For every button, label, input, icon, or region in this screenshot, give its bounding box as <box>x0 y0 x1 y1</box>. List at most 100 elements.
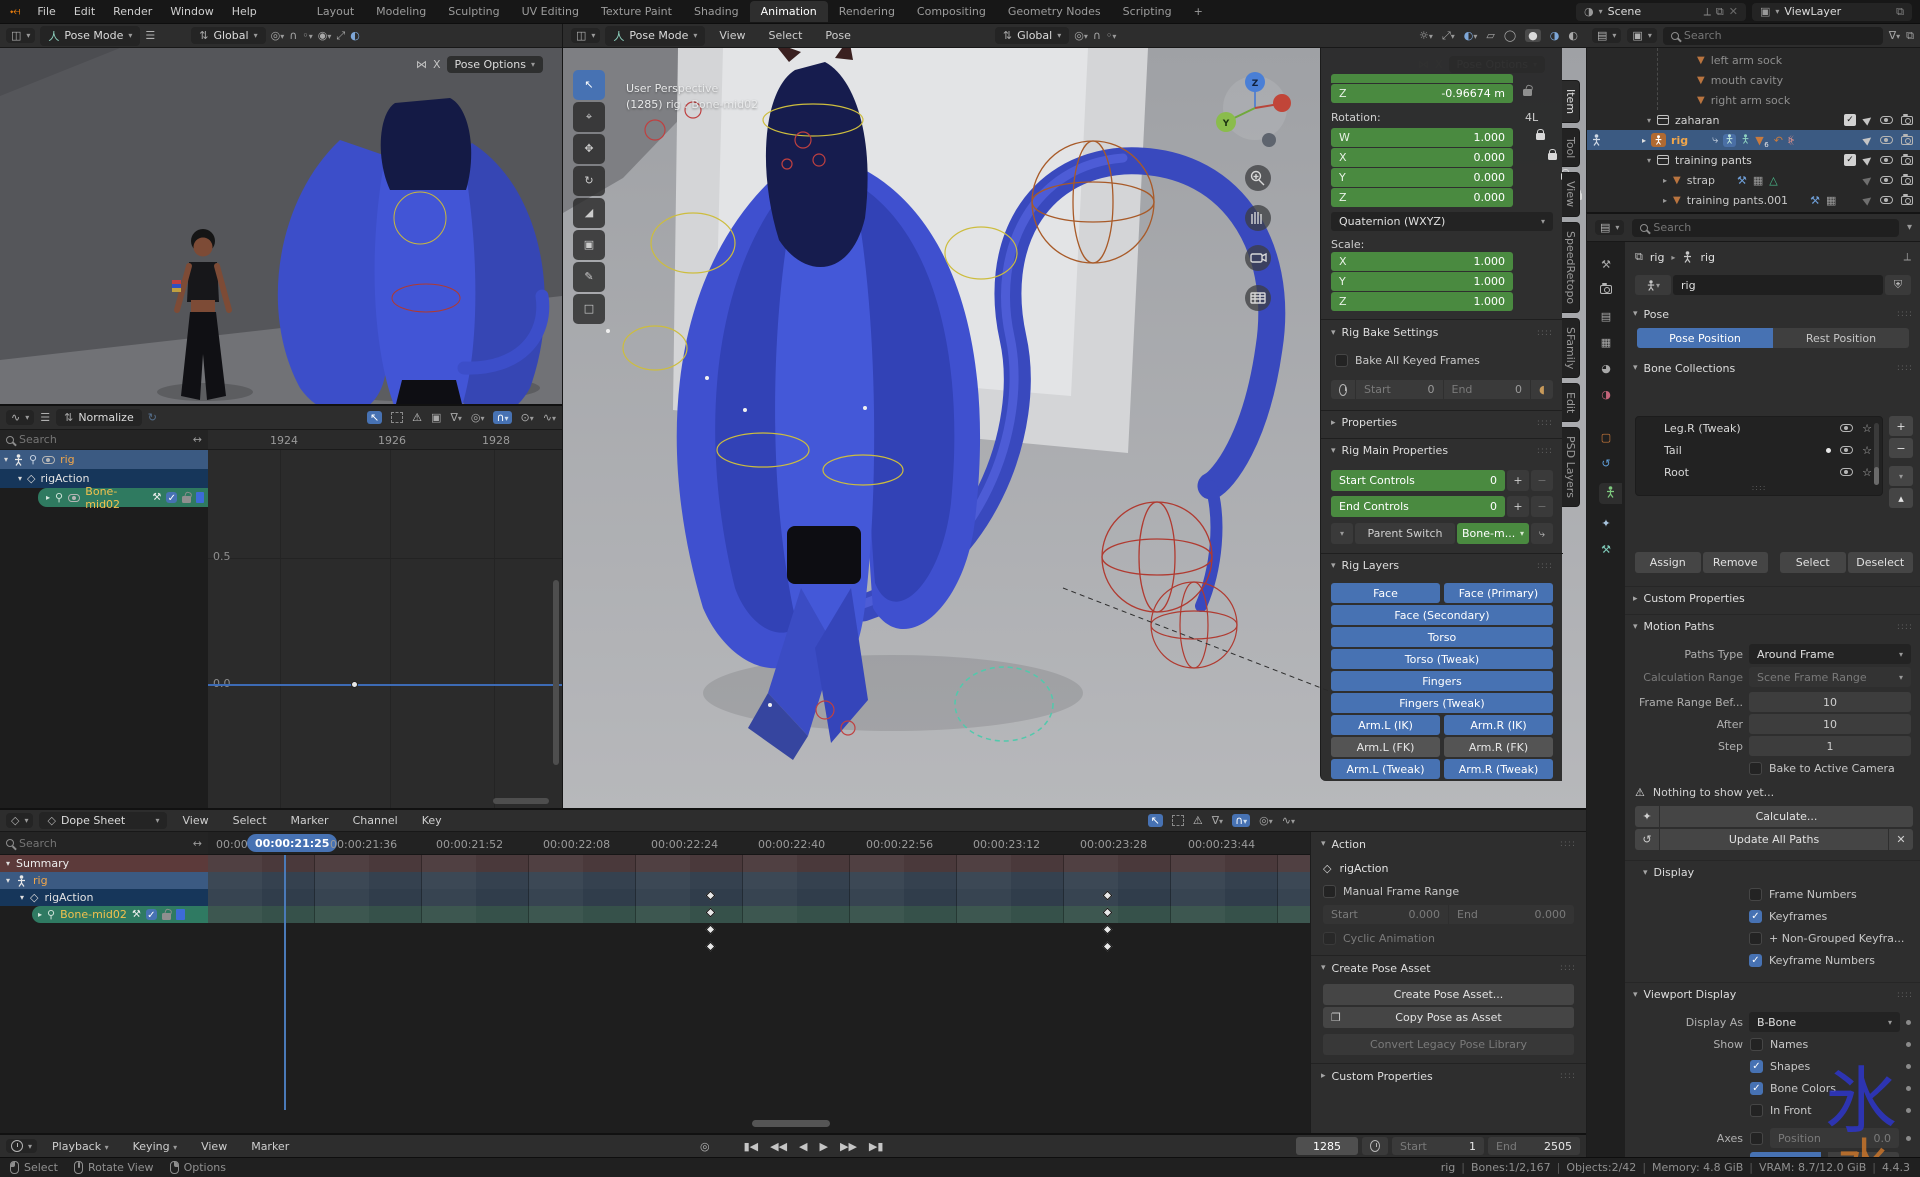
eye-icon[interactable] <box>68 494 80 502</box>
action-end-field[interactable]: End0.000 <box>1449 905 1574 924</box>
rig-layer-armr-ik[interactable]: Arm.R (IK) <box>1444 715 1553 735</box>
proportional-editing-icon[interactable]: ◦▾ <box>302 29 313 42</box>
snap-magnet-icon[interactable]: ∩▾ <box>1232 814 1250 827</box>
channel-color-swatch[interactable] <box>176 909 185 920</box>
bone-collection-row-legr[interactable]: Leg.R (Tweak) ☆ <box>1636 417 1882 439</box>
solo-star-icon[interactable]: ☆ <box>1862 444 1872 457</box>
pose-options-dropdown[interactable]: Pose Options▾ <box>447 56 543 73</box>
pin-icon[interactable]: ⚲ <box>29 453 37 466</box>
lane-rig[interactable] <box>208 872 1310 889</box>
tab-layout[interactable]: Layout <box>306 1 365 22</box>
channel-rig[interactable]: ▾ ⚲ rig <box>0 450 208 469</box>
non-grouped-keyframes-row[interactable]: + Non-Grouped Keyfra... <box>1749 932 1904 945</box>
editor-type-button[interactable]: ◫▾ <box>6 28 35 43</box>
outliner-item-right-arm-sock[interactable]: ▼right arm sock <box>1587 90 1920 110</box>
rig-layer-torso[interactable]: Torso <box>1331 627 1553 647</box>
lane-summary[interactable] <box>208 855 1310 872</box>
orientation-selector[interactable]: ⇅Global▾ <box>191 27 265 44</box>
add-button[interactable]: + <box>1507 496 1529 517</box>
auto-keying-button[interactable]: ◎ <box>700 1140 710 1153</box>
hide-render-icon[interactable] <box>1901 176 1913 185</box>
tab-world-icon[interactable]: ◑ <box>1601 388 1611 401</box>
hide-viewport-icon[interactable] <box>1880 156 1893 164</box>
action-name-row[interactable]: ◇ rigAction <box>1311 856 1586 880</box>
current-frame-pill[interactable]: 00:00:21:25 <box>247 834 337 852</box>
channel-search-input[interactable] <box>19 433 188 446</box>
breadcrumb-object[interactable]: rig <box>1650 251 1665 264</box>
tab-viewlayer-icon[interactable]: ▦ <box>1601 336 1611 349</box>
shading-rendered-icon[interactable]: ◐ <box>1568 29 1578 42</box>
xray-toggle-icon[interactable]: ▱ <box>1486 29 1494 42</box>
keyframe[interactable] <box>706 925 716 935</box>
visibility-icon[interactable] <box>1840 446 1853 454</box>
rig-layer-armr-tweak[interactable]: Arm.R (Tweak) <box>1444 759 1553 779</box>
tab-view[interactable]: View <box>1562 172 1580 216</box>
paths-type-dropdown[interactable]: Around Frame▾ <box>1749 644 1911 664</box>
viewport-left[interactable]: ⋈ X Pose Options▾ <box>0 48 562 404</box>
tab-scripting[interactable]: Scripting <box>1112 1 1183 22</box>
proportional-editing-icon[interactable]: ◎▾ <box>471 411 485 424</box>
scale-z-field[interactable]: Z1.000 <box>1331 292 1513 311</box>
tab-physics-icon[interactable]: ↺ <box>1601 457 1610 470</box>
frame-range-before-field[interactable]: 10 <box>1749 692 1911 712</box>
channel-color-swatch[interactable] <box>196 492 204 503</box>
frame-curve-icon[interactable]: ▣ <box>431 411 441 424</box>
rest-position-button[interactable]: Rest Position <box>1773 328 1909 348</box>
calculation-range-dropdown[interactable]: Scene Frame Range▾ <box>1749 667 1911 687</box>
frame-numbers-row[interactable]: Frame Numbers <box>1749 888 1857 901</box>
rotation-z-field[interactable]: Z0.000 <box>1331 188 1513 207</box>
play-reverse-button[interactable]: ◀ <box>799 1140 807 1153</box>
hide-render-icon[interactable] <box>1901 116 1913 125</box>
tab-tool[interactable]: Tool <box>1562 128 1580 167</box>
hide-render-icon[interactable] <box>1901 136 1913 145</box>
list-scrollbar[interactable] <box>1874 423 1879 485</box>
hide-render-icon[interactable] <box>1901 156 1913 165</box>
rotation-x-field[interactable]: X0.000 <box>1331 148 1513 167</box>
step-field[interactable]: 1 <box>1749 736 1911 756</box>
convert-legacy-pose-library-button[interactable]: Convert Legacy Pose Library <box>1323 1034 1574 1055</box>
overlay-curve-icon[interactable]: ∿▾ <box>543 411 556 424</box>
parent-switch-icon-button[interactable]: ⤷ <box>1531 523 1553 544</box>
selectable-icon[interactable] <box>1862 154 1873 165</box>
remove-collection-button[interactable]: − <box>1889 438 1913 458</box>
menu-view[interactable]: View <box>173 811 217 830</box>
vertical-scrollbar[interactable] <box>553 580 559 765</box>
current-frame-field[interactable]: 1285 <box>1296 1137 1358 1155</box>
playback-sync-icon[interactable]: ∿▾ <box>1282 814 1295 827</box>
rig-layer-face-secondary[interactable]: Face (Secondary) <box>1331 605 1553 625</box>
parent-switch-dropdown[interactable]: Bone-m...▾ <box>1457 523 1529 544</box>
rig-layer-arml-tweak[interactable]: Arm.L (Tweak) <box>1331 759 1440 779</box>
rig-layer-arml-ik[interactable]: Arm.L (IK) <box>1331 715 1440 735</box>
shapes-label[interactable]: Shapes <box>1770 1060 1810 1073</box>
tool-rotate[interactable]: ↻ <box>573 166 605 196</box>
new-viewlayer-icon[interactable]: ⧉ <box>1896 5 1904 19</box>
hide-viewport-icon[interactable] <box>1880 116 1893 124</box>
calculate-button[interactable]: Calculate... <box>1660 806 1913 827</box>
graph-ruler[interactable]: 1924 1926 1928 <box>208 430 562 450</box>
remove-button[interactable]: − <box>1531 496 1553 517</box>
pin-icon[interactable]: ⚲ <box>55 491 63 504</box>
lane-rigaction[interactable] <box>208 889 1310 906</box>
add-collection-button[interactable]: + <box>1889 416 1913 436</box>
tab-uv-editing[interactable]: UV Editing <box>511 1 590 22</box>
tab-object-data-icon[interactable] <box>1599 483 1622 504</box>
proportional-editing-icon[interactable]: ◦▾ <box>1106 29 1117 42</box>
menu-render[interactable]: Render <box>104 2 161 21</box>
playhead[interactable] <box>284 855 286 1110</box>
pose-panel-header[interactable]: ▾Pose:::: <box>1625 302 1920 326</box>
editor-type-button[interactable]: ◇▾ <box>6 813 33 828</box>
filter-icon[interactable]: ∇▾ <box>450 411 461 424</box>
options-dropdown-icon[interactable]: ▾ <box>1907 222 1912 233</box>
deselect-button[interactable]: Deselect <box>1848 552 1914 573</box>
unlink-scene-icon[interactable]: ✕ <box>1729 5 1738 18</box>
transform-gizmo-icon[interactable]: ⤢ <box>336 29 345 43</box>
bake-to-active-camera-row[interactable]: Bake to Active Camera <box>1749 762 1895 775</box>
tool-move[interactable]: ✥ <box>573 134 605 164</box>
channel-rigaction[interactable]: ▾◇ rigAction <box>0 889 208 906</box>
channel-enable-checkbox[interactable]: ✓ <box>166 492 177 503</box>
rig-main-properties-header[interactable]: ▾Rig Main Properties:::: <box>1331 444 1553 457</box>
tab-compositing[interactable]: Compositing <box>906 1 997 22</box>
location-z-field[interactable]: Z-0.96674 m <box>1331 84 1513 103</box>
rig-bake-settings-header[interactable]: ▾Rig Bake Settings:::: <box>1331 326 1553 339</box>
remove-button[interactable]: Remove <box>1703 552 1769 573</box>
